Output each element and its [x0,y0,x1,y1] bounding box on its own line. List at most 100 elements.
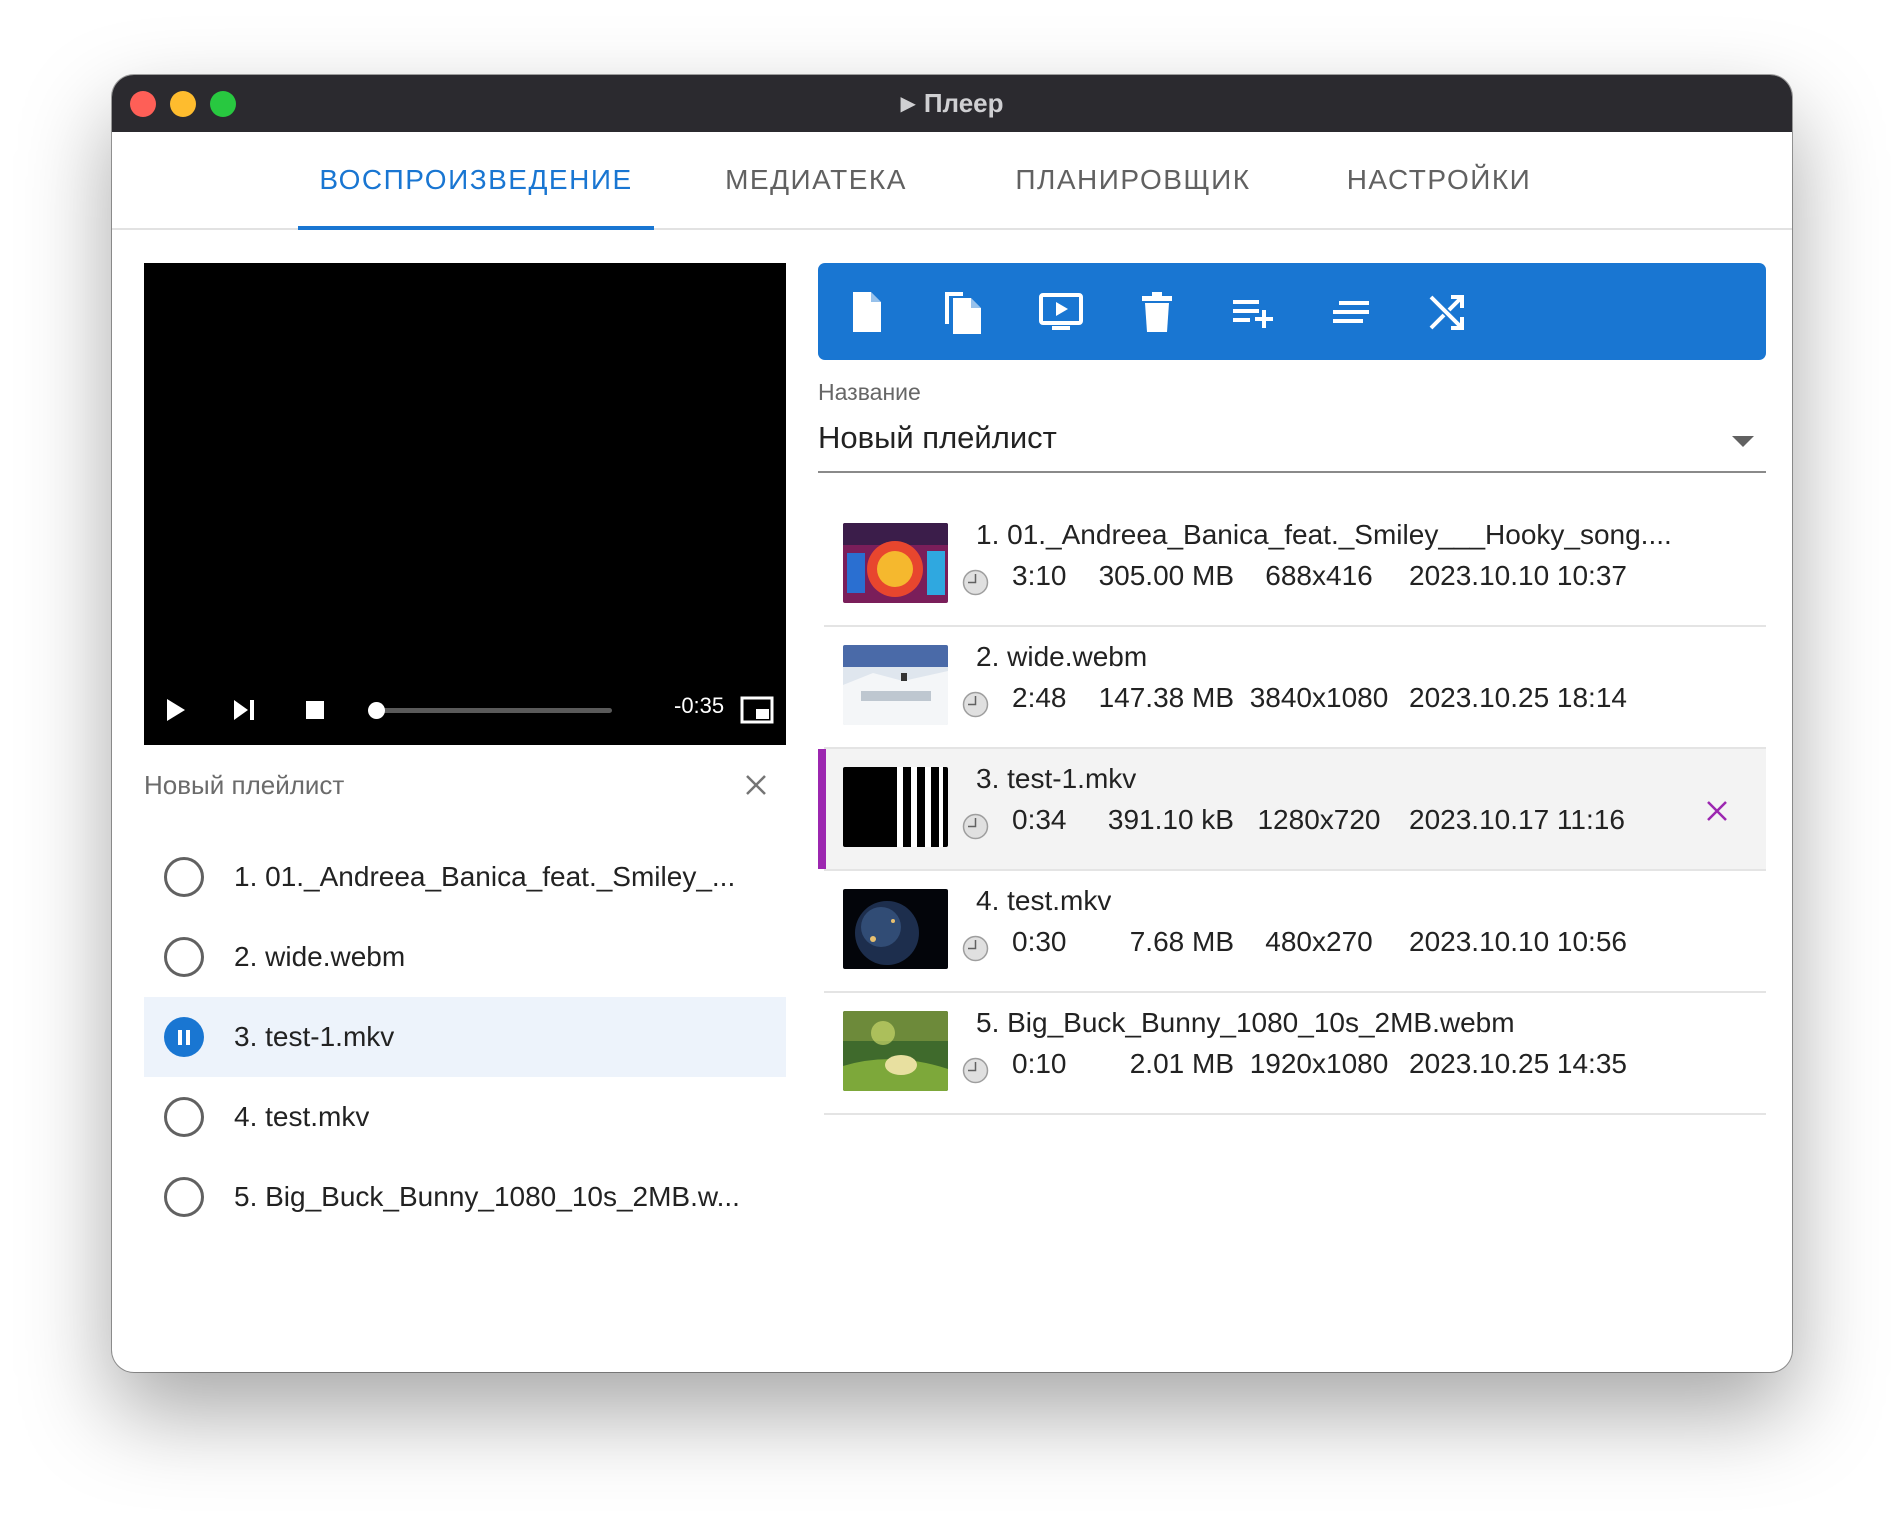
media-size: 7.68 MB [1129,926,1234,957]
clock-icon [962,1057,989,1084]
media-title: 1. 01._Andreea_Banica_feat._Smiley___Hoo… [976,519,1672,550]
tab-library[interactable]: МЕДИАТЕКА [706,132,926,228]
media-size: 391.10 kB [1107,804,1234,835]
add-to-playlist-button[interactable] [1228,287,1278,337]
media-date: 2023.10.17 11:16 [1409,804,1625,835]
stop-icon[interactable] [304,699,326,721]
playlist-item-label: 4. test.mkv [234,1101,370,1132]
remove-icon[interactable] [1705,799,1729,823]
select-underline [818,471,1766,473]
media-toolbar [818,263,1766,360]
title-bar: ▶ Плеер [112,75,1792,132]
video-thumbnail [843,767,948,847]
media-date: 2023.10.25 18:14 [1409,682,1627,713]
tab-bar: ВОСПРОИЗВЕДЕНИЕ МЕДИАТЕКА ПЛАНИРОВЩИК НА… [112,132,1792,230]
radio-icon[interactable] [164,857,204,897]
playlist-select-label: Название [818,379,921,405]
media-duration: 3:10 [1012,560,1067,591]
media-title: 2. wide.webm [976,641,1148,672]
media-resolution: 688x416 [1265,560,1373,591]
close-icon[interactable] [742,771,770,799]
playlist-add-icon [1233,300,1273,328]
radio-icon[interactable] [164,1177,204,1217]
tab-scheduler[interactable]: ПЛАНИРОВЩИК [1004,132,1262,228]
clock-icon [962,935,989,962]
copy-icon [945,292,981,334]
seek-handle[interactable] [368,702,385,719]
playlist-item[interactable]: 1. 01._Andreea_Banica_feat._Smiley_... [144,837,786,917]
media-size: 2.01 MB [1129,1048,1234,1079]
picture-in-picture-icon[interactable] [740,695,774,725]
chevron-down-icon[interactable] [1732,436,1754,447]
media-date: 2023.10.10 10:37 [1409,560,1627,591]
zoom-window-button[interactable] [210,91,236,117]
sort-icon [1333,301,1369,323]
media-resolution: 1280x720 [1257,804,1381,835]
radio-icon[interactable] [164,1097,204,1137]
playlist-item[interactable]: 4. test.mkv [144,1077,786,1157]
video-thumbnail [843,889,948,969]
shuffle-button[interactable] [1422,287,1472,337]
media-resolution: 3840x1080 [1249,682,1389,713]
media-duration: 0:10 [1012,1048,1067,1079]
close-window-button[interactable] [130,91,156,117]
screen-play-button[interactable] [1036,287,1086,337]
media-title: 3. test-1.mkv [976,763,1137,794]
tab-settings[interactable]: НАСТРОЙКИ [1334,132,1544,228]
playlist-item-label: 1. 01._Andreea_Banica_feat._Smiley_... [234,861,736,892]
media-size: 305.00 MB [1098,560,1234,591]
media-date: 2023.10.25 14:35 [1409,1048,1627,1079]
media-title: 4. test.mkv [976,885,1112,916]
playlist-item[interactable]: 2. wide.webm [144,917,786,997]
window-controls [130,91,236,117]
delete-button[interactable] [1132,287,1182,337]
shuffle-icon [1429,295,1464,330]
window-title: Плеер [923,88,1004,118]
video-thumbnail [843,1011,948,1091]
play-icon: ▶ [900,93,916,115]
playlist-item-label: 3. test-1.mkv [234,1021,395,1052]
app-window: ▶ Плеер ВОСПРОИЗВЕДЕНИЕ МЕДИАТЕКА ПЛАНИР… [112,75,1792,1372]
clock-icon [962,691,989,718]
media-duration: 0:34 [1012,804,1067,835]
media-row[interactable]: 4. test.mkv 0:30 7.68 MB 480x270 2023.10… [824,871,1766,993]
screen-play-icon [1039,293,1083,330]
playlist-item-playing[interactable]: 3. test-1.mkv [144,997,786,1077]
minimize-window-button[interactable] [170,91,196,117]
media-row[interactable]: 2. wide.webm 2:48 147.38 MB 3840x1080 20… [824,627,1766,749]
playlist-item[interactable]: 5. Big_Buck_Bunny_1080_10s_2MB.w... [144,1157,786,1237]
media-row-selected[interactable]: 3. test-1.mkv 0:34 391.10 kB 1280x720 20… [818,749,1766,871]
media-date: 2023.10.10 10:56 [1409,926,1627,957]
copy-button[interactable] [938,287,988,337]
media-row[interactable]: 5. Big_Buck_Bunny_1080_10s_2MB.webm 0:10… [824,993,1766,1115]
new-file-button[interactable] [842,287,892,337]
seek-bar[interactable] [368,702,612,719]
playlist-item-label: 2. wide.webm [234,941,406,972]
playlist-items: 1. 01._Andreea_Banica_feat._Smiley_... 2… [144,837,786,1237]
media-title: 5. Big_Buck_Bunny_1080_10s_2MB.webm [976,1007,1515,1038]
next-track-icon[interactable] [232,697,256,723]
playlist-select[interactable]: Новый плейлист [818,420,1057,456]
media-list: 1. 01._Andreea_Banica_feat._Smiley___Hoo… [818,505,1766,1115]
clock-icon [962,813,989,840]
media-size: 147.38 MB [1098,682,1234,713]
sort-button[interactable] [1326,287,1376,337]
media-duration: 2:48 [1012,682,1067,713]
tab-playback[interactable]: ВОСПРОИЗВЕДЕНИЕ [298,132,654,230]
media-resolution: 480x270 [1265,926,1373,957]
time-remaining: -0:35 [674,693,725,718]
radio-icon[interactable] [164,937,204,977]
playlist-item-label: 5. Big_Buck_Bunny_1080_10s_2MB.w... [234,1181,740,1212]
media-row[interactable]: 1. 01._Andreea_Banica_feat._Smiley___Hoo… [824,505,1766,627]
video-thumbnail [843,645,948,725]
clock-icon [962,569,989,596]
playlist-title: Новый плейлист [144,770,345,800]
play-icon[interactable] [164,697,188,723]
media-resolution: 1920x1080 [1249,1048,1389,1079]
trash-icon [1142,292,1172,332]
video-player[interactable]: -0:35 [144,263,786,745]
media-duration: 0:30 [1012,926,1067,957]
file-icon [853,292,881,332]
video-thumbnail [843,523,948,603]
pause-icon[interactable] [164,1017,204,1057]
